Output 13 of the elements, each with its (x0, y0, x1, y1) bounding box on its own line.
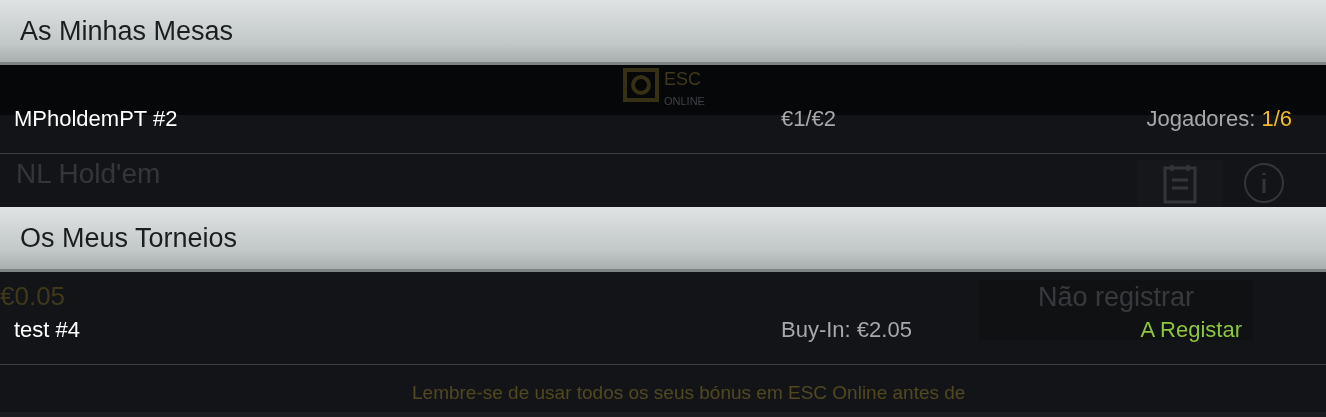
player-count: Jogadores: 1/6 (1146, 105, 1292, 132)
section-header: Os Meus Torneios (0, 207, 1326, 272)
stakes: €1/€2 (781, 105, 837, 132)
logo-tagline: ONLINE (664, 96, 705, 107)
tournament-name: test #4 (14, 316, 81, 343)
bonus-notice: Lembre-se de usar todos os seus bónus em ESC Online antes de (412, 383, 966, 402)
clipboard-icon (1162, 163, 1198, 204)
logo-icon (623, 68, 659, 102)
info-icon[interactable] (1243, 162, 1285, 204)
registration-status: A Registar (1140, 316, 1242, 343)
buy-in: Buy-In: €2.05 (781, 316, 912, 343)
table-name: MPholdemPT #2 (14, 105, 178, 132)
section-header: As Minhas Mesas (0, 0, 1326, 65)
